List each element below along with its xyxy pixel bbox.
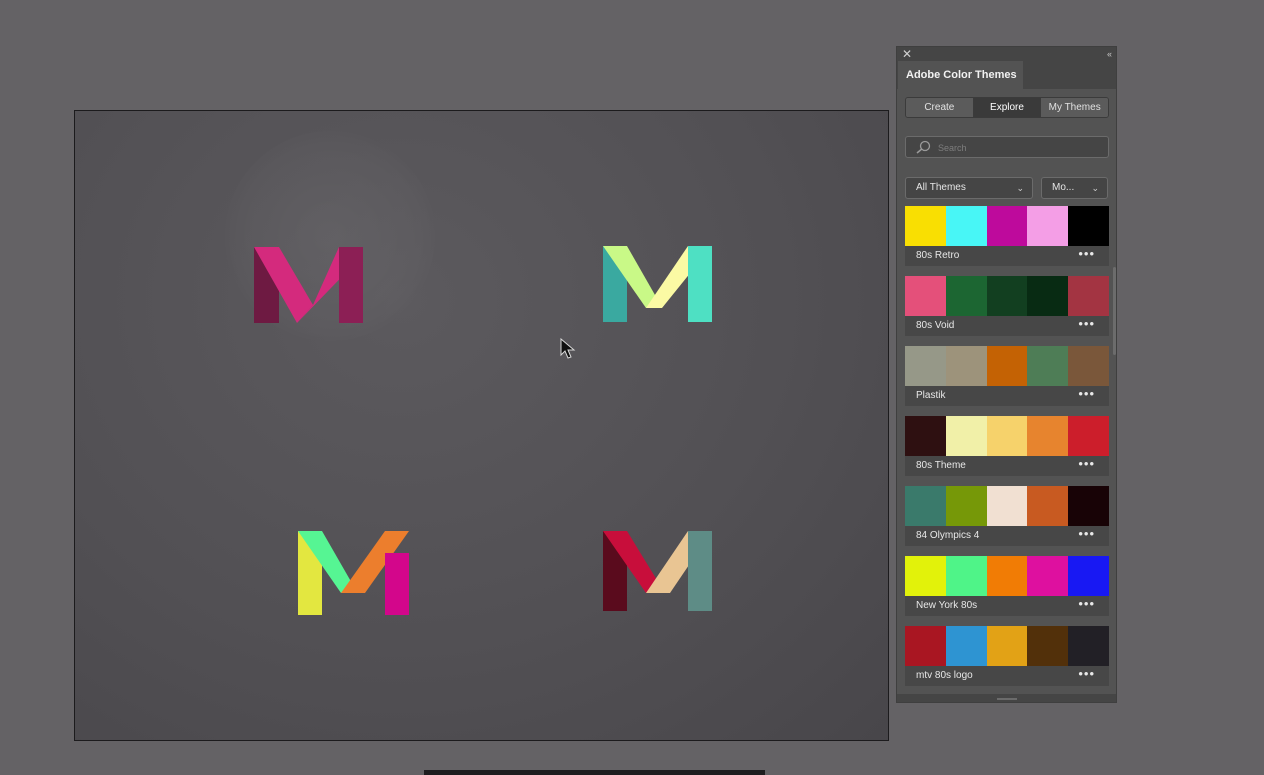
theme-swatches[interactable] <box>905 276 1109 316</box>
m-logo-mint[interactable] <box>602 244 714 324</box>
theme-name: 80s Theme <box>916 460 966 471</box>
color-swatch[interactable] <box>1027 206 1069 246</box>
theme-card[interactable]: mtv 80s logo ••• <box>905 626 1109 686</box>
more-options-icon[interactable]: ••• <box>1078 597 1095 610</box>
color-swatch[interactable] <box>1068 626 1109 666</box>
search-input[interactable] <box>936 139 1100 157</box>
theme-name: Plastik <box>916 390 946 401</box>
theme-swatches[interactable] <box>905 206 1109 246</box>
search-icon <box>916 140 931 154</box>
color-swatch[interactable] <box>1027 276 1069 316</box>
more-options-icon[interactable]: ••• <box>1078 667 1095 680</box>
close-icon[interactable]: ✕ <box>902 47 912 61</box>
color-swatch[interactable] <box>905 346 946 386</box>
sort-value: Mo... <box>1052 182 1075 193</box>
theme-card[interactable]: 80s Void ••• <box>905 276 1109 336</box>
color-swatch[interactable] <box>1027 416 1069 456</box>
color-swatch[interactable] <box>986 416 1028 456</box>
artboard-canvas[interactable] <box>74 110 889 741</box>
m-logo-crimson[interactable] <box>602 529 714 613</box>
tab-my-themes[interactable]: My Themes <box>1041 98 1108 117</box>
color-swatch[interactable] <box>1027 486 1069 526</box>
chevron-down-icon: ⌄ <box>1016 183 1024 193</box>
tab-explore[interactable]: Explore <box>973 98 1042 117</box>
adobe-color-themes-panel: ✕ ‹‹ Adobe Color Themes Create Explore M… <box>896 46 1117 703</box>
resize-grip-icon[interactable] <box>997 698 1017 700</box>
m-logo-magenta[interactable] <box>253 245 365 325</box>
theme-swatches[interactable] <box>905 556 1109 596</box>
color-swatch[interactable] <box>1068 556 1109 596</box>
theme-filter-dropdown[interactable]: All Themes ⌄ <box>905 177 1033 199</box>
theme-list: 80s Retro ••• 80s Void ••• Plastik ••• 8… <box>905 206 1109 696</box>
color-swatch[interactable] <box>905 486 946 526</box>
theme-filter-value: All Themes <box>916 182 966 193</box>
theme-name: 84 Olympics 4 <box>916 530 980 541</box>
bottom-dock-bar <box>424 770 765 775</box>
color-swatch[interactable] <box>945 206 987 246</box>
color-swatch[interactable] <box>945 556 987 596</box>
color-swatch[interactable] <box>945 626 987 666</box>
color-swatch[interactable] <box>905 416 946 456</box>
color-swatch[interactable] <box>1068 416 1109 456</box>
theme-card[interactable]: Plastik ••• <box>905 346 1109 406</box>
more-options-icon[interactable]: ••• <box>1078 527 1095 540</box>
theme-card[interactable]: New York 80s ••• <box>905 556 1109 616</box>
color-swatch[interactable] <box>1068 486 1109 526</box>
panel-scrollbar[interactable] <box>1113 267 1116 355</box>
color-swatch[interactable] <box>1027 556 1069 596</box>
color-swatch[interactable] <box>986 626 1028 666</box>
color-swatch[interactable] <box>986 206 1028 246</box>
more-options-icon[interactable]: ••• <box>1078 317 1095 330</box>
color-swatch[interactable] <box>986 276 1028 316</box>
theme-card[interactable]: 80s Retro ••• <box>905 206 1109 266</box>
color-swatch[interactable] <box>1068 346 1109 386</box>
theme-swatches[interactable] <box>905 416 1109 456</box>
theme-name: 80s Void <box>916 320 955 331</box>
mouse-pointer-icon <box>560 337 576 365</box>
search-box <box>905 136 1109 158</box>
more-options-icon[interactable]: ••• <box>1078 247 1095 260</box>
more-options-icon[interactable]: ••• <box>1078 457 1095 470</box>
panel-title-bar <box>897 47 1116 61</box>
color-swatch[interactable] <box>945 276 987 316</box>
color-swatch[interactable] <box>1068 206 1109 246</box>
color-swatch[interactable] <box>986 556 1028 596</box>
theme-name: New York 80s <box>916 600 978 611</box>
panel-tab-adobe-color-themes[interactable]: Adobe Color Themes <box>898 61 1023 89</box>
color-swatch[interactable] <box>986 346 1028 386</box>
m-logo-neon[interactable] <box>297 529 413 617</box>
theme-swatches[interactable] <box>905 486 1109 526</box>
color-swatch[interactable] <box>905 626 946 666</box>
theme-card[interactable]: 84 Olympics 4 ••• <box>905 486 1109 546</box>
color-swatch[interactable] <box>905 206 946 246</box>
theme-card[interactable]: 80s Theme ••• <box>905 416 1109 476</box>
color-swatch[interactable] <box>1068 276 1109 316</box>
color-swatch[interactable] <box>1027 346 1069 386</box>
mode-segmented-control: Create Explore My Themes <box>905 97 1109 118</box>
theme-name: mtv 80s logo <box>916 670 973 681</box>
tab-create[interactable]: Create <box>906 98 974 117</box>
color-swatch[interactable] <box>1027 626 1069 666</box>
theme-name: 80s Retro <box>916 250 960 261</box>
color-swatch[interactable] <box>945 486 987 526</box>
chevron-down-icon: ⌄ <box>1091 183 1099 193</box>
color-swatch[interactable] <box>986 486 1028 526</box>
color-swatch[interactable] <box>945 346 987 386</box>
theme-swatches[interactable] <box>905 346 1109 386</box>
color-swatch[interactable] <box>905 556 946 596</box>
color-swatch[interactable] <box>905 276 946 316</box>
color-swatch[interactable] <box>945 416 987 456</box>
theme-swatches[interactable] <box>905 626 1109 666</box>
sort-dropdown[interactable]: Mo... ⌄ <box>1041 177 1108 199</box>
more-options-icon[interactable]: ••• <box>1078 387 1095 400</box>
collapse-panel-icon[interactable]: ‹‹ <box>1107 47 1112 61</box>
